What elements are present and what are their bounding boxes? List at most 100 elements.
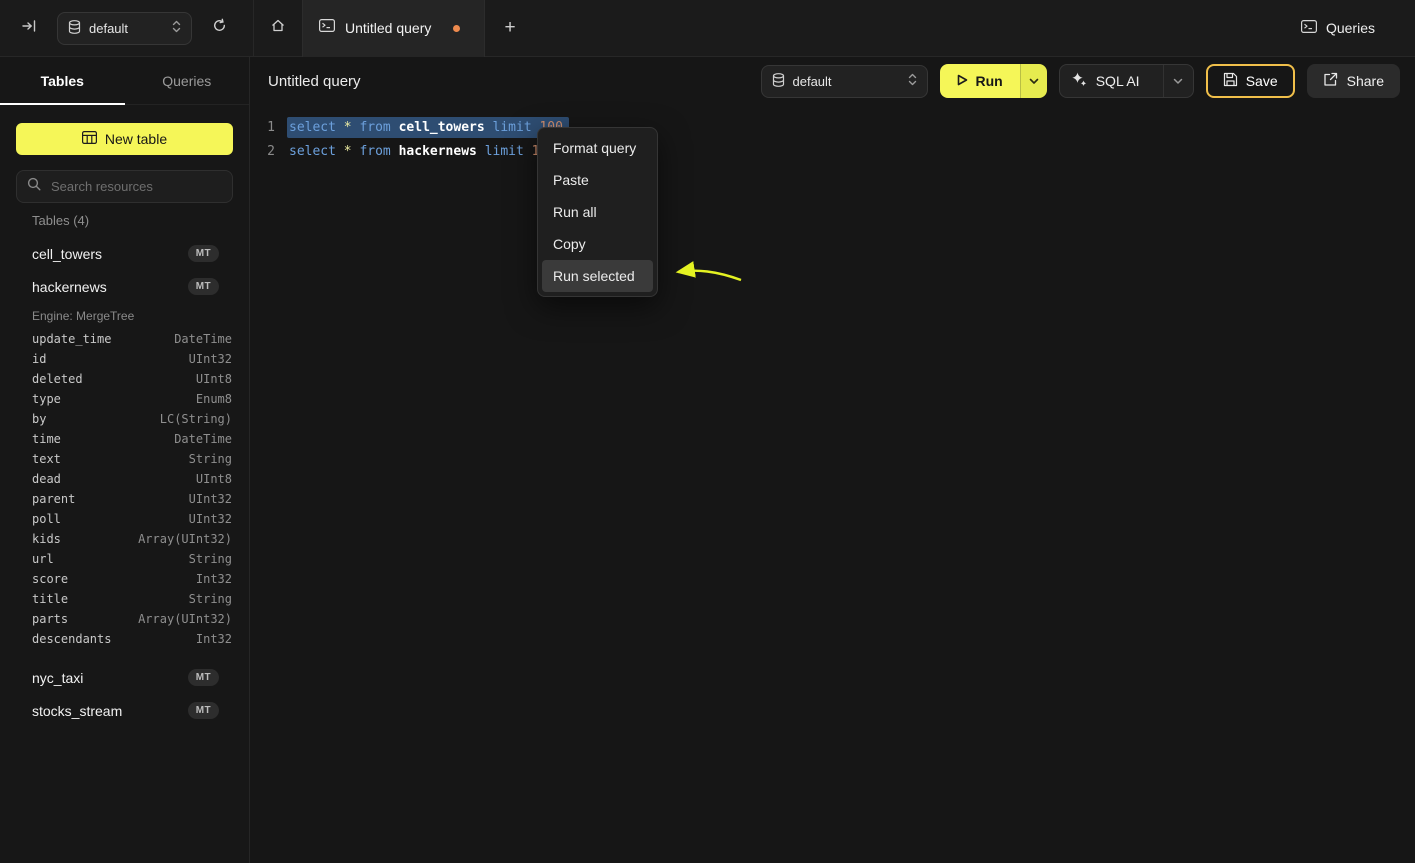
refresh-button[interactable] (202, 11, 236, 45)
plus-icon: + (504, 17, 515, 39)
tab-untitled-query[interactable]: Untitled query (302, 0, 485, 57)
sql-editor[interactable]: 1 select * from cell_towers limit 1002sel… (250, 105, 1415, 863)
column-name: deleted (32, 372, 83, 386)
column-type: UInt32 (189, 492, 232, 506)
table-row[interactable]: cell_towersMT (0, 237, 249, 270)
run-label: Run (976, 73, 1003, 89)
columns-list: update_timeDateTimeidUInt32deletedUInt8t… (0, 329, 249, 649)
refresh-icon (212, 18, 227, 38)
code-token (391, 144, 399, 159)
save-button[interactable]: Save (1206, 64, 1295, 98)
code-token: * (344, 120, 352, 135)
code-token: limit (493, 120, 532, 135)
queries-label: Queries (1326, 20, 1375, 36)
run-options-button[interactable] (1020, 64, 1047, 98)
share-icon (1323, 72, 1338, 90)
column-type: String (189, 552, 232, 566)
line-number: 1 (250, 116, 275, 140)
query-header-controls: default Run SQL AI (761, 64, 1401, 98)
column-type: String (189, 592, 232, 606)
code-token (391, 120, 399, 135)
code-token: select (289, 144, 336, 159)
column-row: deadUInt8 (0, 469, 249, 489)
table-name: nyc_taxi (32, 670, 83, 686)
code-text: select * from cell_towers limit 100 (289, 116, 569, 140)
run-button[interactable]: Run (940, 64, 1020, 98)
sidebar: Tables Queries New table Tables (4) cell… (0, 57, 250, 863)
menu-item-run-selected[interactable]: Run selected (542, 260, 653, 292)
column-name: parent (32, 492, 75, 506)
unsaved-dot (453, 25, 460, 32)
column-name: type (32, 392, 61, 406)
collapse-sidebar-icon (21, 19, 37, 38)
column-name: time (32, 432, 61, 446)
sidebar-tab-queries-label: Queries (162, 73, 211, 89)
sidebar-tab-queries[interactable]: Queries (125, 57, 250, 104)
column-row: pollUInt32 (0, 509, 249, 529)
query-database-select[interactable]: default (761, 65, 928, 98)
code-token (477, 144, 485, 159)
sql-ai-label: SQL AI (1096, 73, 1140, 89)
queries-icon (1301, 20, 1317, 36)
code-token (524, 144, 532, 159)
column-row: partsArray(UInt32) (0, 609, 249, 629)
engine-badge: MT (188, 278, 219, 295)
sidebar-tab-tables[interactable]: Tables (0, 57, 125, 104)
topbar-database-select[interactable]: default (57, 12, 192, 45)
sql-ai-options-button[interactable] (1163, 65, 1193, 97)
menu-item-format-query[interactable]: Format query (542, 132, 653, 164)
table-name: cell_towers (32, 246, 102, 262)
share-button[interactable]: Share (1307, 64, 1400, 98)
column-row: kidsArray(UInt32) (0, 529, 249, 549)
column-row: scoreInt32 (0, 569, 249, 589)
column-name: by (32, 412, 46, 426)
sparkle-icon (1072, 72, 1087, 90)
search-input[interactable] (49, 178, 222, 195)
collapse-sidebar-button[interactable] (12, 11, 46, 45)
column-type: Enum8 (196, 392, 232, 406)
engine-badge: MT (188, 702, 219, 719)
code-token: * (344, 144, 352, 159)
code-line[interactable]: 1 select * from cell_towers limit 100 (250, 116, 1415, 140)
selection-highlight: select * from cell_towers limit 100 (287, 117, 569, 138)
column-type: UInt8 (196, 372, 232, 386)
code-token (485, 120, 493, 135)
code-line[interactable]: 2select * from hackernews limit 100 (250, 140, 1415, 164)
table-row[interactable]: stocks_stream MT (0, 694, 249, 727)
code-token (336, 144, 344, 159)
page-title: Untitled query (268, 73, 361, 90)
column-name: descendants (32, 632, 111, 646)
sql-ai-button[interactable]: SQL AI (1059, 64, 1194, 98)
tables-list: cell_towersMThackernewsMTEngine: MergeTr… (0, 237, 249, 727)
table-row[interactable]: hackernews MT (0, 270, 249, 303)
column-type: String (189, 452, 232, 466)
table-row[interactable]: nyc_taxi MT (0, 661, 249, 694)
updown-chevron-icon (908, 73, 917, 89)
home-tab[interactable] (254, 0, 302, 57)
column-row: text String (0, 449, 249, 469)
column-row: update_timeDateTime (0, 329, 249, 349)
play-icon (957, 73, 968, 89)
menu-item-run-all[interactable]: Run all (542, 196, 653, 228)
new-table-button[interactable]: New table (16, 123, 233, 155)
query-database-select-value: default (793, 74, 832, 89)
sidebar-tab-tables-label: Tables (41, 73, 84, 89)
new-tab-button[interactable]: + (485, 0, 535, 57)
database-icon (68, 20, 81, 37)
column-name: score (32, 572, 68, 586)
queries-button[interactable]: Queries (1301, 20, 1375, 36)
updown-chevron-icon (172, 20, 181, 36)
new-table-label: New table (105, 131, 167, 147)
share-label: Share (1347, 73, 1384, 89)
code-token: limit (485, 144, 524, 159)
table-name: hackernews (32, 279, 107, 295)
column-name: text (32, 452, 61, 466)
menu-item-paste[interactable]: Paste (542, 164, 653, 196)
menu-item-copy[interactable]: Copy (542, 228, 653, 260)
search-icon (27, 177, 41, 196)
table-name: stocks_stream (32, 703, 122, 719)
code-lines: 1 select * from cell_towers limit 1002sel… (250, 116, 1415, 164)
column-name: poll (32, 512, 61, 526)
column-type: Array(UInt32) (138, 612, 232, 626)
engine-badge: MT (188, 669, 219, 686)
